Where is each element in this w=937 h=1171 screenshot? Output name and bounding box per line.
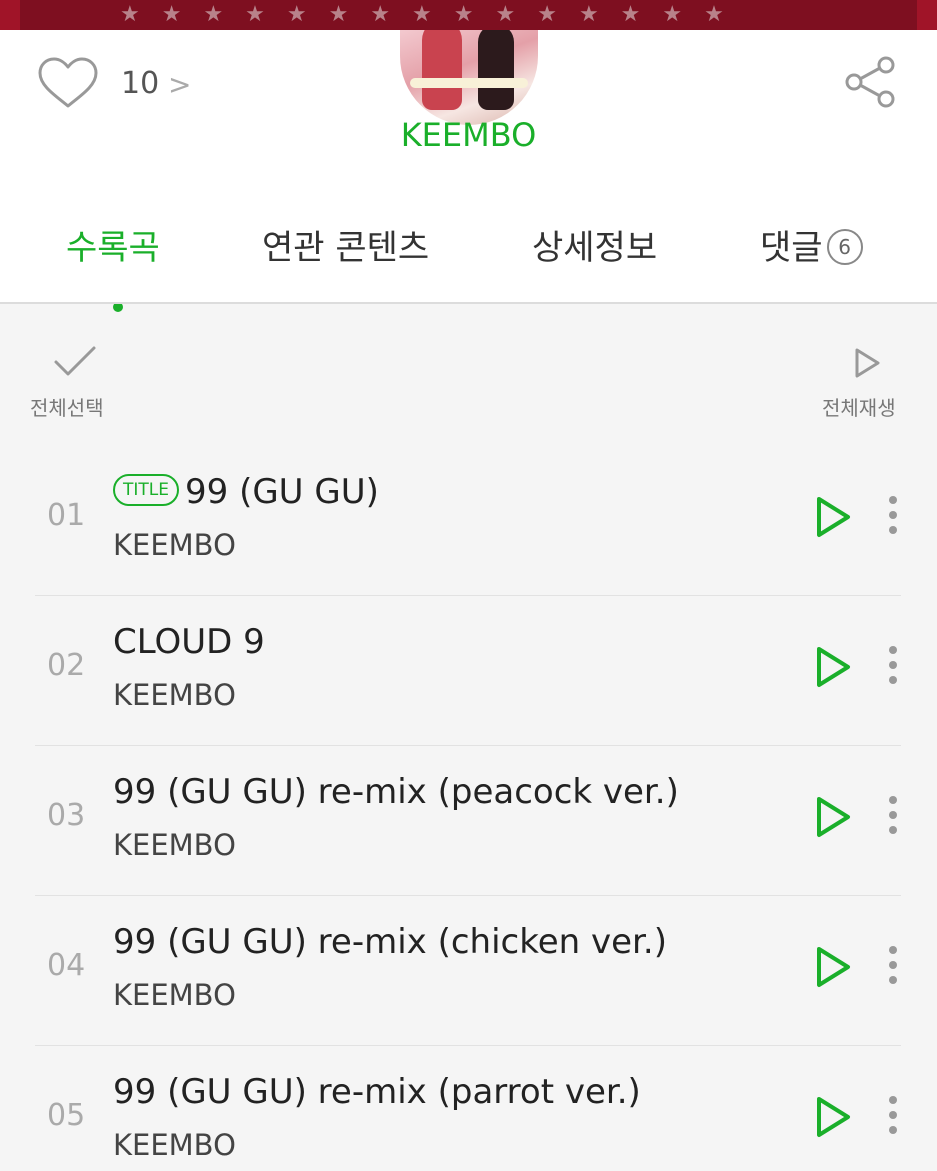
tab-related-content[interactable]: 연관 콘텐츠 xyxy=(262,220,429,269)
more-dot xyxy=(889,946,897,954)
more-vertical-icon[interactable] xyxy=(882,1094,904,1140)
banner-stars-decoration: ★★★★★★★★★★★★★★★ xyxy=(120,2,746,27)
avatar-garland xyxy=(410,78,528,88)
avatar-figure xyxy=(478,30,514,110)
track-title: CLOUD 9 xyxy=(113,622,265,662)
select-all-label: 전체선택 xyxy=(30,396,104,420)
play-all-label: 전체재생 xyxy=(822,396,896,420)
album-header: 10 > KEEMBO 수록곡 연관 콘텐츠 상세정보 댓글 6 xyxy=(0,30,937,312)
more-dot xyxy=(889,646,897,654)
checkmark-icon xyxy=(54,346,96,376)
more-dot xyxy=(889,676,897,684)
more-dot xyxy=(889,1111,897,1119)
title-track-badge: TITLE xyxy=(113,473,179,506)
more-vertical-icon[interactable] xyxy=(882,644,904,690)
track-number: 05 xyxy=(47,1098,86,1133)
track-title: 99 (GU GU) re-mix (peacock ver.) xyxy=(113,772,679,812)
track-number: 03 xyxy=(47,798,86,833)
play-icon xyxy=(817,497,850,537)
more-dot xyxy=(889,661,897,669)
track-play-button[interactable] xyxy=(812,944,854,990)
tab-tracks[interactable]: 수록곡 xyxy=(66,220,160,269)
track-artist[interactable]: KEEMBO xyxy=(113,1128,236,1162)
track-number: 02 xyxy=(47,648,86,683)
more-dot xyxy=(889,1096,897,1104)
play-all-button[interactable]: 전체재생 xyxy=(822,344,912,420)
track-title: 99 (GU GU) xyxy=(185,472,379,512)
track-row[interactable]: 01 TITLE 99 (GU GU) KEEMBO xyxy=(0,446,937,596)
track-title: 99 (GU GU) re-mix (chicken ver.) xyxy=(113,922,667,962)
more-dot xyxy=(889,796,897,804)
track-artist[interactable]: KEEMBO xyxy=(113,528,236,562)
track-number: 04 xyxy=(47,948,86,983)
artist-name[interactable]: KEEMBO xyxy=(0,116,937,154)
play-icon xyxy=(817,797,850,837)
header-divider xyxy=(0,302,937,304)
more-vertical-icon[interactable] xyxy=(882,944,904,990)
track-title-wrap[interactable]: 99 (GU GU) re-mix (peacock ver.) xyxy=(113,772,679,812)
track-play-button[interactable] xyxy=(812,494,854,540)
chevron-right-icon[interactable]: > xyxy=(168,68,191,101)
track-artist[interactable]: KEEMBO xyxy=(113,978,236,1012)
comment-count-badge: 6 xyxy=(826,228,863,265)
more-vertical-icon[interactable] xyxy=(882,794,904,840)
track-row[interactable]: 03 99 (GU GU) re-mix (peacock ver.) KEEMBO xyxy=(0,746,937,896)
track-title: 99 (GU GU) re-mix (parrot ver.) xyxy=(113,1072,641,1112)
track-row[interactable]: 02 CLOUD 9 KEEMBO xyxy=(0,596,937,746)
avatar-figure xyxy=(422,30,462,110)
share-icon xyxy=(845,56,895,108)
more-dot xyxy=(889,1126,897,1134)
more-dot xyxy=(889,961,897,969)
more-dot xyxy=(889,826,897,834)
more-vertical-icon[interactable] xyxy=(882,494,904,540)
more-dot xyxy=(889,526,897,534)
tab-details[interactable]: 상세정보 xyxy=(532,220,657,269)
play-icon xyxy=(855,348,880,378)
track-row[interactable]: 04 99 (GU GU) re-mix (chicken ver.) KEEMBO xyxy=(0,896,937,1046)
artist-avatar[interactable] xyxy=(400,30,538,125)
track-play-button[interactable] xyxy=(812,794,854,840)
more-dot xyxy=(889,811,897,819)
track-row[interactable]: 05 99 (GU GU) re-mix (parrot ver.) KEEMBO xyxy=(0,1046,937,1171)
track-title-wrap[interactable]: 99 (GU GU) re-mix (parrot ver.) xyxy=(113,1072,641,1112)
track-play-button[interactable] xyxy=(812,644,854,690)
heart-icon xyxy=(38,57,98,108)
play-icon xyxy=(817,647,850,687)
banner-image: ★★★★★★★★★★★★★★★ xyxy=(0,0,937,30)
track-title-wrap[interactable]: CLOUD 9 xyxy=(113,622,265,662)
more-dot xyxy=(889,511,897,519)
track-play-button[interactable] xyxy=(812,1094,854,1140)
track-title-wrap[interactable]: 99 (GU GU) re-mix (chicken ver.) xyxy=(113,922,667,962)
track-artist[interactable]: KEEMBO xyxy=(113,828,236,862)
more-dot xyxy=(889,496,897,504)
play-icon xyxy=(817,947,850,987)
tab-comments-label: 댓글 xyxy=(760,228,823,268)
share-button[interactable] xyxy=(842,54,900,110)
like-count[interactable]: 10 xyxy=(121,66,159,101)
tab-comments[interactable]: 댓글 6 xyxy=(760,220,863,269)
more-dot xyxy=(889,976,897,984)
like-button[interactable] xyxy=(36,56,100,110)
select-all-button[interactable]: 전체선택 xyxy=(30,344,120,420)
play-icon xyxy=(817,1097,850,1137)
track-number: 01 xyxy=(47,498,86,533)
track-title-wrap[interactable]: TITLE 99 (GU GU) xyxy=(113,472,379,512)
tab-bar: 수록곡 연관 콘텐츠 상세정보 댓글 6 xyxy=(0,220,937,312)
track-artist[interactable]: KEEMBO xyxy=(113,678,236,712)
